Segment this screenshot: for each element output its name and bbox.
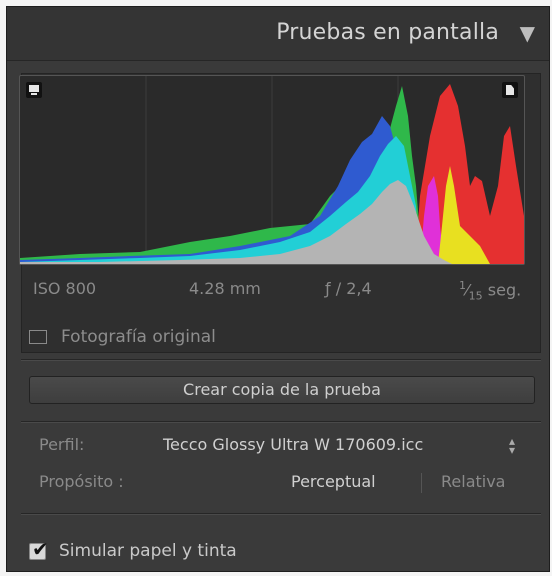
original-photo-checkbox[interactable] [29,330,47,344]
divider [21,422,541,423]
intent-option-perceptual[interactable]: Perceptual [291,472,376,491]
triangle-down-icon[interactable]: ▼ [520,23,535,43]
histogram-graph [20,76,524,264]
profile-label: Perfil: [39,435,85,454]
stepper-icon[interactable]: ▴ ▾ [509,435,515,456]
soft-proofing-panel: Pruebas en pantalla ▼ ISO 800 4.28 mm ƒ … [6,6,550,572]
shutter-denominator: 15 [468,289,483,303]
profile-select[interactable]: Tecco Glossy Ultra W 170609.icc [163,435,423,454]
monitor-icon[interactable] [26,82,42,98]
divider [21,360,541,361]
focal-length-info: 4.28 mm [189,279,261,298]
intent-option-relative[interactable]: Relativa [441,472,505,491]
document-icon[interactable] [502,82,518,98]
original-photo-label: Fotografía original [61,327,216,347]
simulate-paper-ink-label: Simular papel y tinta [59,541,237,561]
panel-title: Pruebas en pantalla [276,20,499,45]
divider [21,514,541,515]
shutter-speed-info: 1⁄15 seg. [459,279,521,303]
histogram [19,75,525,265]
shutter-unit: seg. [487,280,522,300]
checkmark-icon: ✔ [32,537,49,561]
intent-separator [421,473,422,493]
shutter-numerator: 1 [459,279,466,292]
create-proof-copy-button[interactable]: Crear copia de la prueba [29,376,535,404]
panel-header[interactable]: Pruebas en pantalla ▼ [7,7,549,61]
iso-info: ISO 800 [33,279,97,298]
intent-label: Propósito : [39,472,124,491]
simulate-paper-ink-checkbox[interactable]: ✔ [29,539,49,560]
aperture-info: ƒ / 2,4 [325,279,372,298]
